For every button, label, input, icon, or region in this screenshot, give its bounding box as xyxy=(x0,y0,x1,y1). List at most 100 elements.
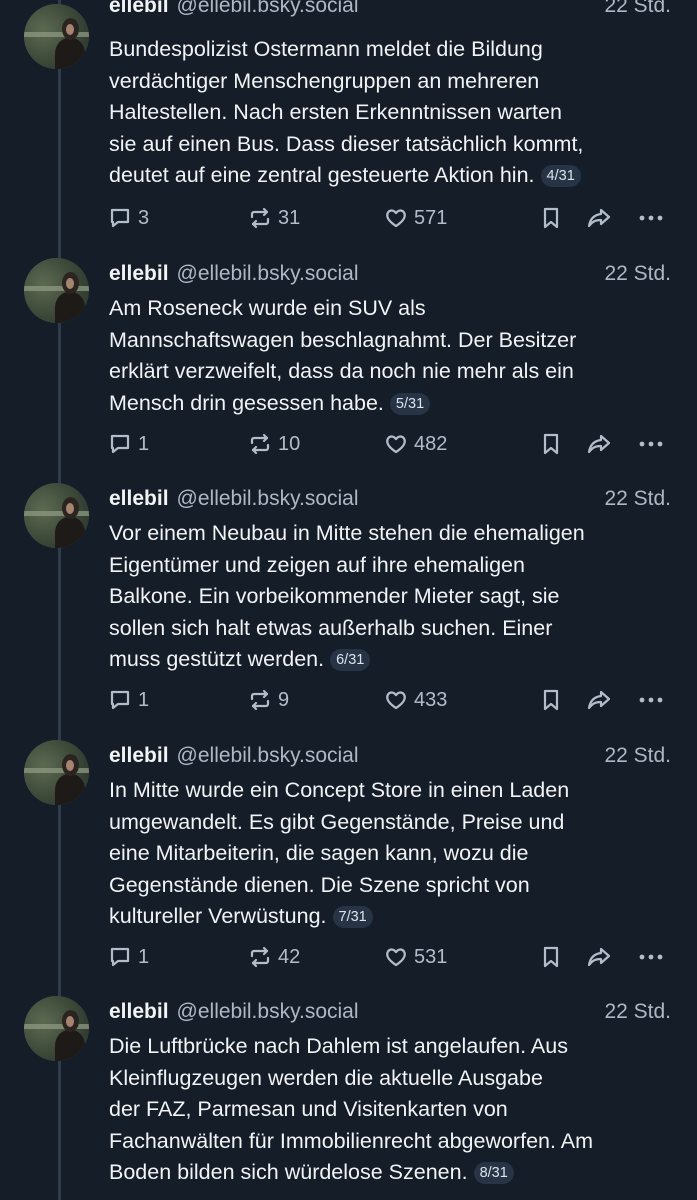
more-options-button[interactable] xyxy=(638,202,664,234)
avatar[interactable] xyxy=(24,483,89,548)
thread-position-badge: 7/31 xyxy=(332,906,373,929)
post-actions: 1 9 433 xyxy=(108,684,668,716)
more-options-button[interactable] xyxy=(638,684,664,716)
repost-button[interactable]: 10 xyxy=(248,428,300,460)
author-name[interactable]: ellebil xyxy=(109,0,169,17)
heart-icon xyxy=(386,209,406,228)
post-header: ellebil @ellebil.bsky.social 22 Std. xyxy=(109,740,671,772)
reply-icon xyxy=(110,690,130,710)
reply-icon xyxy=(110,434,130,454)
avatar[interactable] xyxy=(24,996,89,1061)
author-name[interactable]: ellebil xyxy=(109,1000,169,1023)
reply-button[interactable]: 1 xyxy=(108,428,149,460)
repost-icon xyxy=(250,433,270,455)
post-text-line: Am Roseneck wurde ein SUV als xyxy=(109,296,426,320)
post-text-line: Eigentümer und zeigen auf ihre ehemalige… xyxy=(109,552,525,577)
post-time[interactable]: 22 Std. xyxy=(604,740,671,772)
post-time[interactable]: 22 Std. xyxy=(604,0,671,22)
post-header: ellebil @ellebil.bsky.social 22 Std. xyxy=(109,258,671,290)
post-time[interactable]: 22 Std. xyxy=(604,483,671,515)
post-text-line: Die Luftbrücke nach Dahlem ist angelaufe… xyxy=(109,1034,568,1058)
share-icon xyxy=(587,208,611,228)
avatar[interactable] xyxy=(24,258,89,323)
post-text-line: der FAZ, Parmesan und Visitenkarten von xyxy=(109,1097,508,1122)
share-icon xyxy=(587,947,611,967)
bookmark-button[interactable] xyxy=(540,428,562,460)
thread-position-badge: 5/31 xyxy=(389,392,431,415)
post-actions: 3 31 571 xyxy=(108,202,668,234)
post-text-line: Bundespolizist Ostermann meldet die Bild… xyxy=(109,37,543,61)
like-count: 433 xyxy=(414,688,448,711)
post-header: ellebil @ellebil.bsky.social 22 Std. xyxy=(109,0,671,22)
repost-icon xyxy=(250,689,270,711)
repost-button[interactable]: 9 xyxy=(248,684,289,716)
author-handle[interactable]: @ellebil.bsky.social xyxy=(177,262,359,285)
post-time[interactable]: 22 Std. xyxy=(604,996,671,1028)
author-handle[interactable]: @ellebil.bsky.social xyxy=(177,0,359,17)
more-icon xyxy=(639,215,663,221)
share-button[interactable] xyxy=(586,941,612,973)
reply-button[interactable]: 1 xyxy=(108,941,149,973)
author-handle[interactable]: @ellebil.bsky.social xyxy=(177,487,359,510)
like-button[interactable]: 482 xyxy=(384,428,447,460)
like-button[interactable]: 571 xyxy=(384,202,447,234)
share-button[interactable] xyxy=(586,202,612,234)
share-button[interactable] xyxy=(586,684,612,716)
thread-position-badge: 4/31 xyxy=(540,165,581,188)
post-text-line: Kleinflugzeugen werden die aktuelle Ausg… xyxy=(109,1065,543,1090)
post-text-line: Haltestellen. Nach ersten Erkenntnissen … xyxy=(109,100,562,125)
post-text: In Mitte wurde ein Concept Store in eine… xyxy=(109,775,674,933)
author-handle[interactable]: @ellebil.bsky.social xyxy=(177,744,359,767)
post-text-line: erklärt verzweifelt, dass da noch nie me… xyxy=(109,359,574,384)
post-header: ellebil @ellebil.bsky.social 22 Std. xyxy=(109,483,671,515)
bookmark-button[interactable] xyxy=(540,202,562,234)
repost-button[interactable]: 31 xyxy=(248,202,300,234)
reply-count: 1 xyxy=(138,688,150,711)
post-text: Vor einem Neubau in Mitte stehen die ehe… xyxy=(109,518,674,676)
author-handle[interactable]: @ellebil.bsky.social xyxy=(177,1000,359,1023)
post-text-line: Vor einem Neubau in Mitte stehen die ehe… xyxy=(109,521,585,545)
thread-feed: ellebil @ellebil.bsky.social 22 Std. Bund… xyxy=(0,0,697,1200)
author-name[interactable]: ellebil xyxy=(109,262,169,285)
more-options-button[interactable] xyxy=(638,428,664,460)
more-icon xyxy=(639,697,663,703)
more-icon xyxy=(639,441,663,447)
post-header: ellebil @ellebil.bsky.social 22 Std. xyxy=(109,996,671,1028)
post-text-line: deutet auf eine zentral gesteuerte Aktio… xyxy=(109,163,535,188)
post-text-line: In Mitte wurde ein Concept Store in eine… xyxy=(109,778,570,802)
post-text-line: Balkone. Ein vorbeikommender Mieter sagt… xyxy=(109,584,560,609)
post-text-line: Mensch drin gesessen habe. xyxy=(109,390,384,415)
repost-icon xyxy=(250,207,270,229)
post-text-line: verdächtiger Menschengruppen an mehreren xyxy=(109,68,540,93)
heart-icon xyxy=(386,948,406,967)
share-icon xyxy=(587,434,611,454)
bookmark-button[interactable] xyxy=(540,684,562,716)
avatar[interactable] xyxy=(24,4,89,69)
reply-count: 1 xyxy=(138,432,150,455)
post-text-line: sollen sich halt etwas außerhalb suchen.… xyxy=(109,615,553,640)
post-text-line: Fachanwälten für Immobilienrecht abgewor… xyxy=(109,1128,593,1153)
reply-button[interactable]: 3 xyxy=(108,202,149,234)
reply-button[interactable]: 1 xyxy=(108,684,149,716)
more-options-button[interactable] xyxy=(638,941,664,973)
thread-position-badge: 8/31 xyxy=(473,1162,514,1185)
like-button[interactable]: 433 xyxy=(384,684,447,716)
like-button[interactable]: 531 xyxy=(384,941,447,973)
post-text: Am Roseneck wurde ein SUV als Mannschaft… xyxy=(109,293,674,419)
bookmark-icon xyxy=(543,946,559,968)
bookmark-button[interactable] xyxy=(540,941,562,973)
author-name[interactable]: ellebil xyxy=(109,487,169,510)
post-text-line: sie auf einen Bus. Dass dieser tatsächli… xyxy=(109,131,584,156)
more-icon xyxy=(639,954,663,960)
share-button[interactable] xyxy=(586,428,612,460)
post-text-line: Boden bilden sich würdelose Szenen. xyxy=(109,1160,468,1185)
post-actions: 1 10 482 xyxy=(108,428,668,460)
post-time[interactable]: 22 Std. xyxy=(604,258,671,290)
post-text-line: eine Mitarbeiterin, die sagen kann, wozu… xyxy=(109,841,529,866)
repost-icon xyxy=(250,946,270,968)
post-text-line: umgewandelt. Es gibt Gegenstände, Preise… xyxy=(109,809,565,834)
author-name[interactable]: ellebil xyxy=(109,744,169,767)
avatar[interactable] xyxy=(24,740,89,805)
repost-button[interactable]: 42 xyxy=(248,941,300,973)
post-text-line: Gegenstände dienen. Die Szene spricht vo… xyxy=(109,872,530,897)
